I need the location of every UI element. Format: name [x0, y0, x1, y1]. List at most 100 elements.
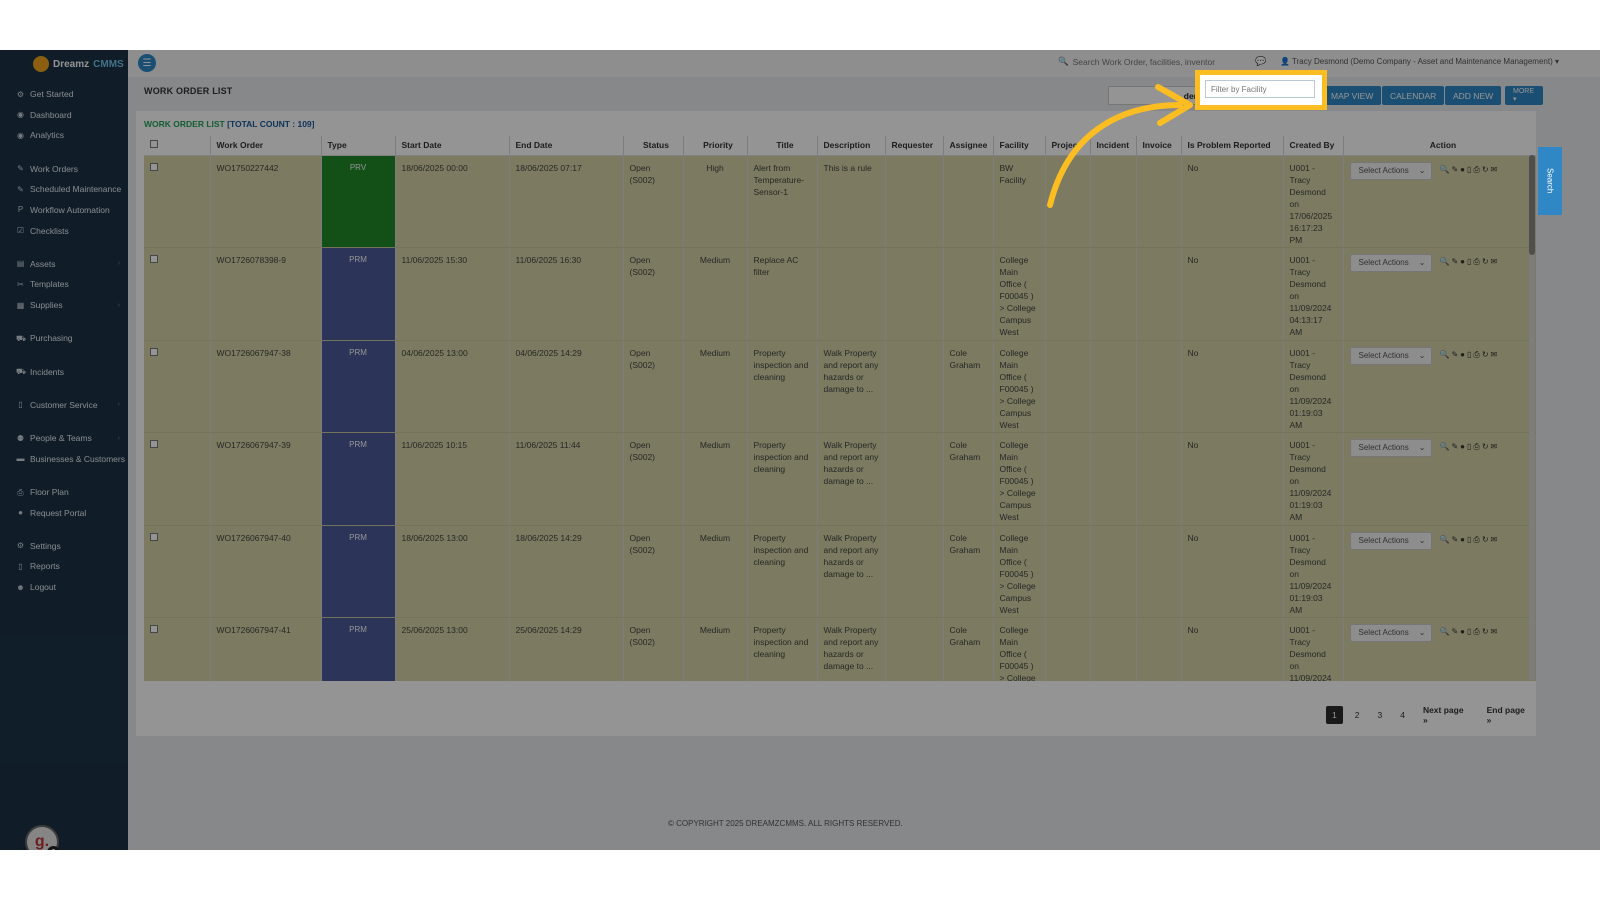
select-actions-dropdown[interactable]: Select Actions ⌄ — [1349, 439, 1432, 457]
select-actions-dropdown[interactable]: Select Actions ⌄ — [1349, 161, 1432, 180]
print-icon[interactable]: ⎙ — [1473, 349, 1479, 361]
edit-icon[interactable]: ✎ — [1451, 626, 1458, 638]
view-icon[interactable]: 🔍 — [1440, 164, 1450, 176]
end-page-link[interactable]: End page » — [1481, 701, 1536, 729]
row-checkbox[interactable] — [150, 162, 158, 171]
sidebar-item-dashboard[interactable]: ◉ Dashboard — [0, 105, 128, 126]
email-icon[interactable]: ✉ — [1491, 534, 1498, 546]
email-icon[interactable]: ✉ — [1491, 349, 1498, 361]
table-row[interactable]: WO1726067947-39 PRM 11/06/2025 10:15 11/06/… — [144, 432, 1536, 526]
delete-icon[interactable]: ▯ — [1467, 164, 1471, 176]
refresh-icon[interactable]: ↻ — [1482, 164, 1489, 176]
view-icon[interactable]: 🔍 — [1440, 441, 1450, 453]
email-icon[interactable]: ✉ — [1491, 441, 1498, 453]
sidebar-item-workflow-automation[interactable]: P Workflow Automation — [0, 200, 128, 221]
print-icon[interactable]: ⎙ — [1473, 534, 1479, 546]
comment-icon[interactable]: ● — [1460, 256, 1465, 268]
add-new-button[interactable]: ADD NEW — [1445, 86, 1502, 105]
view-icon[interactable]: 🔍 — [1440, 626, 1450, 638]
table-scrollbar-thumb[interactable] — [1529, 155, 1535, 255]
sidebar-item-checklists[interactable]: ☑ Checklists — [0, 220, 128, 241]
table-row[interactable]: WO1726067947-41 PRM 25/06/2025 13:00 25/06/… — [144, 617, 1536, 681]
page-2-button[interactable]: 2 — [1349, 706, 1366, 724]
sidebar-item-incidents[interactable]: ⛟ Incidents — [0, 361, 128, 382]
select-all-header[interactable] — [144, 136, 211, 156]
sidebar-item-assets[interactable]: ▤ Assets › — [0, 254, 128, 275]
print-icon[interactable]: ⎙ — [1473, 256, 1479, 268]
next-page-link[interactable]: Next page » — [1417, 701, 1475, 729]
map-view-button[interactable]: MAP VIEW — [1323, 86, 1382, 105]
select-actions-dropdown[interactable]: Select Actions ⌄ — [1349, 346, 1432, 365]
logo[interactable]: Dreamz CMMS — [0, 50, 128, 78]
comment-icon[interactable]: ● — [1460, 626, 1465, 638]
sidebar-item-work-orders[interactable]: ✎ Work Orders — [0, 158, 128, 179]
sidebar-item-purchasing[interactable]: ⛟ Purchasing — [0, 328, 128, 349]
comment-icon[interactable]: ● — [1460, 534, 1465, 546]
hamburger-menu-button[interactable]: ☰ — [138, 54, 156, 72]
email-icon[interactable]: ✉ — [1491, 164, 1498, 176]
table-row[interactable]: WO1726067947-38 PRM 04/06/2025 13:00 04/06/… — [144, 340, 1536, 433]
delete-icon[interactable]: ▯ — [1467, 441, 1471, 453]
comment-icon[interactable]: ● — [1460, 349, 1465, 361]
row-checkbox[interactable] — [150, 625, 158, 633]
view-icon[interactable]: 🔍 — [1440, 349, 1450, 361]
sidebar-item-request-portal[interactable]: ● Request Portal — [0, 502, 128, 523]
cell-created: U001 - Tracy Desmond on 11/09/2024 04:13… — [1283, 247, 1344, 341]
cell-requester — [885, 525, 944, 618]
sidebar-item-supplies[interactable]: ▦ Supplies › — [0, 295, 128, 316]
view-icon[interactable]: 🔍 — [1440, 534, 1450, 546]
sidebar-item-floor-plan[interactable]: ⎙ Floor Plan — [0, 482, 128, 503]
edit-icon[interactable]: ✎ — [1451, 441, 1458, 453]
select-all-checkbox[interactable] — [150, 140, 158, 149]
row-checkbox[interactable] — [150, 347, 158, 356]
refresh-icon[interactable]: ↻ — [1482, 349, 1489, 361]
row-checkbox[interactable] — [150, 440, 158, 448]
sidebar-item-logout[interactable]: ☻ Logout — [0, 577, 128, 598]
delete-icon[interactable]: ▯ — [1467, 534, 1471, 546]
refresh-icon[interactable]: ↻ — [1482, 256, 1489, 268]
row-checkbox[interactable] — [150, 532, 158, 541]
page-1-button[interactable]: 1 — [1326, 706, 1343, 724]
row-checkbox[interactable] — [150, 255, 158, 263]
table-row[interactable]: WO1726078398-9 PRM 11/06/2025 15:30 11/06/2… — [144, 247, 1536, 341]
select-actions-dropdown[interactable]: Select Actions ⌄ — [1349, 254, 1432, 272]
email-icon[interactable]: ✉ — [1491, 626, 1498, 638]
sidebar-item-templates[interactable]: ✂ Templates — [0, 274, 128, 295]
view-icon[interactable]: 🔍 — [1440, 256, 1450, 268]
email-icon[interactable]: ✉ — [1491, 256, 1498, 268]
refresh-icon[interactable]: ↻ — [1482, 441, 1489, 453]
edit-icon[interactable]: ✎ — [1451, 256, 1458, 268]
edit-icon[interactable]: ✎ — [1451, 534, 1458, 546]
sidebar-item-scheduled-maintenance[interactable]: ✎ Scheduled Maintenance — [0, 179, 128, 200]
calendar-button[interactable]: CALENDAR — [1382, 86, 1445, 105]
avatar[interactable]: g. 3 — [25, 825, 60, 850]
print-icon[interactable]: ⎙ — [1473, 441, 1479, 453]
delete-icon[interactable]: ▯ — [1467, 256, 1471, 268]
user-menu[interactable]: 👤 Tracy Desmond (Demo Company - Asset an… — [1280, 57, 1559, 66]
sidebar-item-customer-service[interactable]: ▯ Customer Service › — [0, 395, 128, 416]
edit-icon[interactable]: ✎ — [1451, 164, 1458, 176]
table-row[interactable]: WO1726067947-40 PRM 18/06/2025 13:00 18/06/… — [144, 525, 1536, 618]
sidebar-item-get-started[interactable]: ⚙ Get Started — [0, 84, 128, 105]
table-row[interactable]: WO1750227442 PRV 18/06/2025 00:00 18/06/202… — [144, 155, 1536, 248]
side-search-tab[interactable]: Search — [1538, 147, 1562, 215]
refresh-icon[interactable]: ↻ — [1482, 534, 1489, 546]
delete-icon[interactable]: ▯ — [1467, 349, 1471, 361]
comment-icon[interactable]: ● — [1460, 164, 1465, 176]
select-actions-dropdown[interactable]: Select Actions ⌄ — [1349, 531, 1432, 550]
sidebar-item-reports[interactable]: ▯ Reports — [0, 556, 128, 577]
print-icon[interactable]: ⎙ — [1473, 164, 1479, 176]
comment-icon[interactable]: ● — [1460, 441, 1465, 453]
sidebar-item-analytics[interactable]: ◉ Analytics — [0, 125, 128, 146]
delete-icon[interactable]: ▯ — [1467, 626, 1471, 638]
sidebar-item-people-teams[interactable]: ⚉ People & Teams › — [0, 428, 128, 449]
refresh-icon[interactable]: ↻ — [1482, 626, 1489, 638]
sidebar-item-businesses-customers[interactable]: ▬ Businesses & Customers — [0, 448, 128, 469]
select-actions-dropdown[interactable]: Select Actions ⌄ — [1349, 624, 1432, 642]
print-icon[interactable]: ⎙ — [1473, 626, 1479, 638]
edit-icon[interactable]: ✎ — [1451, 349, 1458, 361]
page-3-button[interactable]: 3 — [1371, 706, 1388, 724]
more-button[interactable]: MORE ▾ — [1505, 86, 1543, 105]
page-4-button[interactable]: 4 — [1394, 706, 1411, 724]
sidebar-item-settings[interactable]: ⚙ Settings — [0, 536, 128, 557]
